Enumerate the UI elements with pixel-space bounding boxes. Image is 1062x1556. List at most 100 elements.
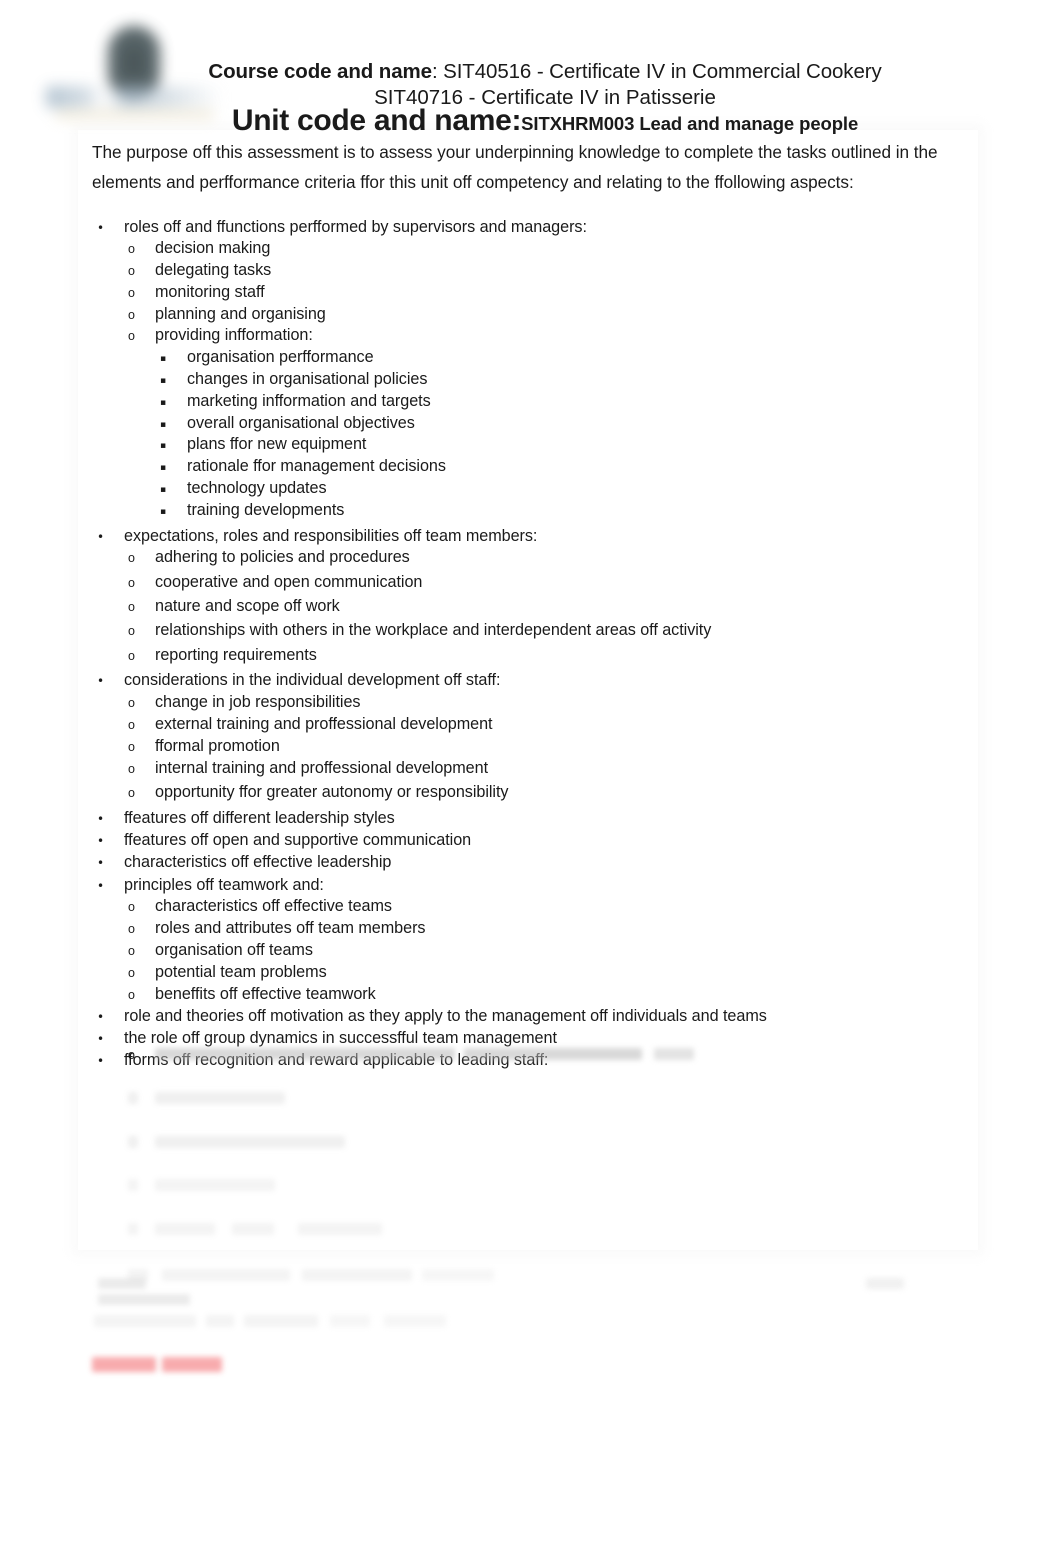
list-bullet-dot: •	[97, 220, 105, 235]
list-item: ▪ rationale ffor management decisions	[92, 456, 972, 478]
list-item: o roles and attributes off team members	[92, 918, 972, 940]
illegible-text	[155, 1048, 455, 1060]
illegible-text	[155, 1179, 275, 1192]
list-item-label: cooperative and open communication	[155, 572, 423, 591]
list-bullet-square: ▪	[160, 354, 167, 365]
list-item: ▪ organisation perfformance	[92, 347, 972, 369]
document-header: Course code and name: SIT40516 - Certifi…	[0, 0, 1062, 137]
list-item: o relationships with others in the workpl…	[92, 620, 972, 642]
footer-page-number	[866, 1278, 904, 1289]
list-item: • ffeatures off open and supportive commu…	[92, 830, 972, 852]
list-item: o organisation off teams	[92, 940, 972, 962]
list-item-label: plans ffor new equipment	[187, 435, 367, 454]
list-item: • expectations, roles and responsibilitie…	[92, 526, 972, 548]
list-item: o	[92, 1044, 972, 1066]
list-bullet-dot: •	[97, 1009, 105, 1024]
list-bullet-circle: o	[128, 285, 135, 300]
list-bullet-dot: •	[97, 811, 105, 826]
illegible-text	[464, 1048, 642, 1060]
list-bullet-dot: •	[97, 856, 105, 871]
list-bullet-circle: o	[128, 944, 135, 958]
list-item-label: organisation perfformance	[187, 348, 374, 367]
list-item-label: providing infformation:	[155, 326, 313, 345]
list-bullet-square: ▪	[160, 485, 167, 496]
list-item-label: changes in organisational policies	[187, 370, 428, 389]
list-item-label: delegating tasks	[155, 261, 272, 280]
list-item-label: nature and scope off work	[155, 597, 340, 616]
list-item: • ffeatures off different leadership styl…	[92, 808, 972, 830]
list-item-label: marketing infformation and targets	[187, 391, 431, 410]
list-item: o potential team problems	[92, 962, 972, 984]
illegible-text	[155, 1091, 285, 1104]
list-item: • considerations in the individual develo…	[92, 670, 972, 692]
list-item	[92, 1088, 972, 1110]
list-item: o delegating tasks	[92, 260, 972, 282]
list-bullet-square: ▪	[160, 463, 167, 474]
document-footer	[0, 1268, 1062, 1328]
list-bullet-circle: o	[128, 551, 135, 566]
list-item: o planning and organising	[92, 304, 972, 326]
list-bullet-circle: o	[128, 1048, 135, 1062]
list-item-label: opportunity ffor greater autonomy or res…	[155, 782, 509, 801]
list-bullet-circle: o	[128, 624, 135, 639]
list-bullet-circle: o	[128, 965, 135, 980]
list-item: o adhering to policies and procedures	[92, 547, 972, 569]
list-item-label: roles off and ffunctions perfformed by s…	[124, 217, 587, 236]
highlighted-red-text	[92, 1355, 972, 1377]
illegible-text	[128, 1223, 138, 1236]
unit-code-label: Unit code and name:	[231, 104, 522, 137]
list-item-label: reporting requirements	[155, 645, 317, 664]
list-item-label: external training and proffessional deve…	[155, 715, 493, 734]
list-item-label: organisation off teams	[155, 941, 313, 959]
list-bullet-square: ▪	[160, 506, 167, 517]
list-bullet-square: ▪	[160, 397, 167, 408]
list-item-label: ffeatures off different leadership style…	[124, 808, 395, 827]
list-bullet-dot: •	[97, 878, 105, 893]
list-item: ▪ technology updates	[92, 478, 972, 500]
document-page: Course code and name: SIT40516 - Certifi…	[0, 0, 1062, 1556]
list-bullet-square: ▪	[160, 376, 167, 387]
list-bullet-circle: o	[128, 242, 135, 257]
list-item-label: rationale ffor management decisions	[187, 457, 446, 476]
unit-code-value: SITXHRM003 Lead and manage people	[521, 113, 859, 134]
list-item	[92, 1219, 972, 1241]
course-code-line: Course code and name: SIT40516 - Certifi…	[150, 58, 940, 85]
list-item: o nature and scope off work	[92, 596, 972, 618]
intro-paragraph: The purpose off this assessment is to as…	[92, 142, 938, 192]
list-bullet-circle: o	[128, 696, 135, 711]
illegible-text	[155, 1135, 345, 1148]
illegible-text	[128, 1091, 138, 1104]
list-item-label: characteristics off effective leadership	[124, 853, 392, 872]
list-bullet-dot: •	[97, 529, 105, 544]
list-item-label: beneffits off effective teamwork	[155, 984, 376, 1003]
logo-badge-inner-shape	[124, 46, 144, 80]
list-item-label: role and theories off motivation as they…	[124, 1006, 767, 1025]
list-item: ▪ marketing infformation and targets	[92, 391, 972, 413]
list-item: o internal training and proffessional dev…	[92, 758, 972, 780]
illegible-text	[128, 1135, 138, 1148]
list-bullet-circle: o	[128, 900, 135, 915]
list-item-label: ffeatures off open and supportive commun…	[124, 831, 472, 850]
list-item-label: change in job responsibilities	[155, 693, 361, 712]
list-item: o providing infformation:	[92, 325, 972, 347]
list-item: o change in job responsibilities	[92, 692, 972, 714]
list-bullet-circle: o	[128, 922, 135, 937]
list-item-label: overall organisational objectives	[187, 413, 415, 432]
red-highlight	[162, 1356, 222, 1372]
list-item: ▪ training developments	[92, 500, 972, 522]
list-item	[92, 1132, 972, 1154]
list-item: o reporting requirements	[92, 645, 972, 667]
list-bullet-circle: o	[128, 987, 135, 1002]
list-bullet-circle: o	[128, 575, 135, 590]
list-item-label: technology updates	[187, 479, 327, 498]
list-item: o cooperative and open communication	[92, 572, 972, 594]
list-item-label: monitoring staff	[155, 282, 265, 301]
list-item-label: characteristics off effective teams	[155, 897, 392, 916]
list-bullet-circle: o	[128, 785, 135, 800]
list-item-label: fformal promotion	[155, 736, 280, 755]
list-bullet-square: ▪	[160, 419, 167, 430]
list-bullet-circle: o	[128, 600, 135, 615]
list-item-label: planning and organising	[155, 304, 326, 323]
aspects-list: • roles off and ffunctions perfformed by …	[92, 216, 972, 1072]
list-item: o opportunity ffor greater autonomy or re…	[92, 782, 972, 804]
